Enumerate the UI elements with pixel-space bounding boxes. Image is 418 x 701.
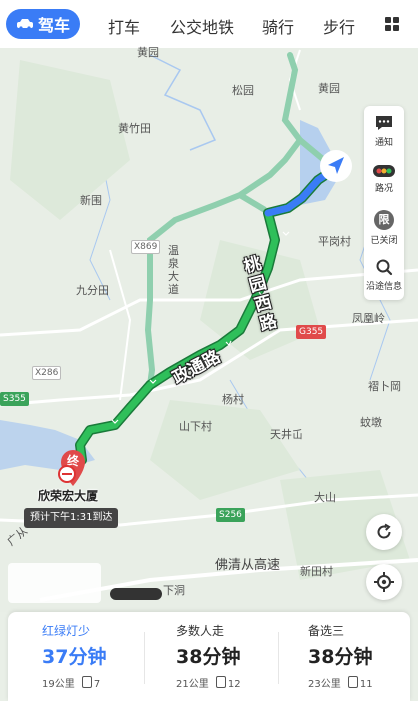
map-label: 平岗村	[318, 235, 351, 248]
map-label: 九分田	[76, 284, 109, 297]
locate-button[interactable]	[366, 564, 402, 600]
tab-drive[interactable]: 驾车	[6, 9, 80, 39]
map-label: 黄园	[137, 46, 159, 59]
road-badge: X869	[131, 240, 161, 254]
map-label: 天井屲	[270, 428, 303, 441]
restrict-glyph: 限	[378, 213, 390, 226]
route-option-3[interactable]: 备选三 38分钟 23公里 11	[280, 612, 410, 701]
top-bar: 驾车 打车 公交地铁 骑行 步行	[0, 0, 418, 48]
restriction-button[interactable]: 限 已关闭	[364, 210, 404, 246]
traffic-light-icon	[373, 165, 395, 177]
location-arrow-icon	[320, 150, 352, 182]
map-label: 黄竹田	[118, 122, 151, 135]
traffic-light-small-icon	[81, 676, 92, 688]
route-option-time: 38分钟	[308, 646, 373, 668]
redacted-area	[110, 588, 162, 600]
eta-badge: 预计下午1:31到达	[24, 508, 119, 528]
locate-icon	[374, 572, 394, 592]
message-icon	[376, 116, 392, 130]
map-label: 佛清从高速	[215, 558, 281, 573]
map-label: 下洞	[163, 584, 185, 597]
tab-taxi[interactable]: 打车	[108, 14, 140, 38]
restriction-label: 已关闭	[370, 236, 398, 246]
route-option-detail: 21公里 12	[176, 675, 241, 690]
road-badge: G355	[296, 325, 327, 339]
redacted-area	[8, 563, 101, 603]
route-option-2[interactable]: 多数人走 38分钟 21公里 12	[148, 612, 278, 701]
route-options-panel: 红绿灯少 37分钟 19公里 7 多数人走 38分钟 21公里 12 备选三 3…	[8, 612, 410, 701]
search-icon	[376, 259, 393, 276]
route-option-tag: 红绿灯少	[42, 624, 91, 638]
divider	[278, 632, 279, 684]
tab-drive-label: 驾车	[37, 16, 70, 35]
road-badge: X286	[32, 366, 62, 380]
route-option-time: 37分钟	[42, 646, 107, 668]
map-label: 大山	[314, 491, 336, 504]
traffic-light-small-icon	[215, 676, 226, 688]
road-badge: S256	[216, 508, 245, 522]
notice-label: 通知	[374, 138, 393, 148]
route-option-1[interactable]: 红绿灯少 37分钟 19公里 7	[14, 612, 144, 701]
route-option-lights: 12	[227, 679, 241, 690]
tab-transit[interactable]: 公交地铁	[170, 14, 234, 38]
map-label: 褶卜岡	[368, 380, 401, 393]
traffic-button[interactable]: 路况	[364, 164, 404, 194]
route-option-detail: 19公里 7	[42, 675, 100, 690]
route-option-distance: 23公里	[308, 679, 341, 690]
along-route-button[interactable]: 沿途信息	[364, 258, 404, 292]
route-option-distance: 21公里	[176, 679, 209, 690]
route-option-time: 38分钟	[176, 646, 241, 668]
traffic-label: 路况	[374, 184, 393, 194]
map-label: 新围	[80, 194, 102, 207]
map-label: 蚊墩	[360, 416, 382, 429]
grid-menu-icon[interactable]	[384, 16, 400, 32]
route-option-tag: 多数人走	[176, 624, 225, 638]
refresh-icon	[377, 523, 391, 539]
map-label: 山下村	[179, 420, 212, 433]
divider	[144, 632, 145, 684]
tab-bike[interactable]: 骑行	[262, 14, 294, 38]
destination-name: 欣荣宏大厦	[38, 489, 99, 503]
road-badge: S355	[0, 392, 29, 406]
notice-button[interactable]: 通知	[364, 114, 404, 148]
route-option-distance: 19公里	[42, 679, 75, 690]
map-side-panel: 通知 路况 限 已关闭 沿途信息	[364, 106, 404, 300]
route-option-lights: 11	[359, 679, 373, 690]
car-icon	[16, 19, 33, 30]
map-label: 杨村	[222, 393, 244, 406]
route-option-tag: 备选三	[308, 624, 345, 638]
map-label: 温泉大道	[168, 244, 179, 296]
no-entry-icon	[58, 465, 76, 483]
refresh-button[interactable]	[366, 514, 402, 550]
traffic-light-small-icon	[347, 676, 358, 688]
tab-walk[interactable]: 步行	[323, 14, 355, 38]
restrict-icon: 限	[374, 210, 394, 230]
map-label: 松园	[232, 84, 254, 97]
along-route-label: 沿途信息	[365, 282, 402, 292]
map-label: 凤凰岭	[352, 312, 385, 325]
route-option-lights: 7	[93, 679, 101, 690]
map-label: 新田村	[300, 565, 333, 578]
route-option-detail: 23公里 11	[308, 675, 373, 690]
map-label: 黄园	[318, 82, 340, 95]
